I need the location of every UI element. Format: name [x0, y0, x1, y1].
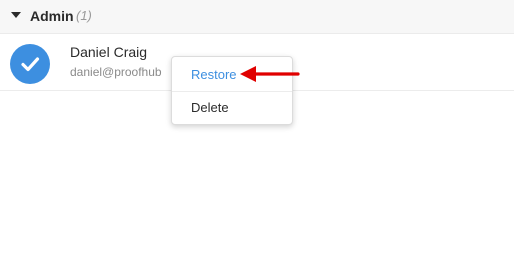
- group-count: (1): [76, 8, 92, 23]
- user-name: Daniel Craig: [70, 44, 148, 60]
- check-icon: [21, 57, 40, 72]
- user-email: daniel@proofhub: [70, 65, 162, 79]
- menu-divider: [172, 91, 292, 92]
- caret-down-icon[interactable]: [11, 12, 21, 18]
- group-header-admin[interactable]: Admin (1): [0, 0, 514, 34]
- annotation-arrow-icon: [240, 66, 300, 82]
- group-title: Admin: [30, 8, 74, 24]
- avatar[interactable]: [10, 44, 50, 84]
- delete-menu-item[interactable]: Delete: [172, 95, 292, 121]
